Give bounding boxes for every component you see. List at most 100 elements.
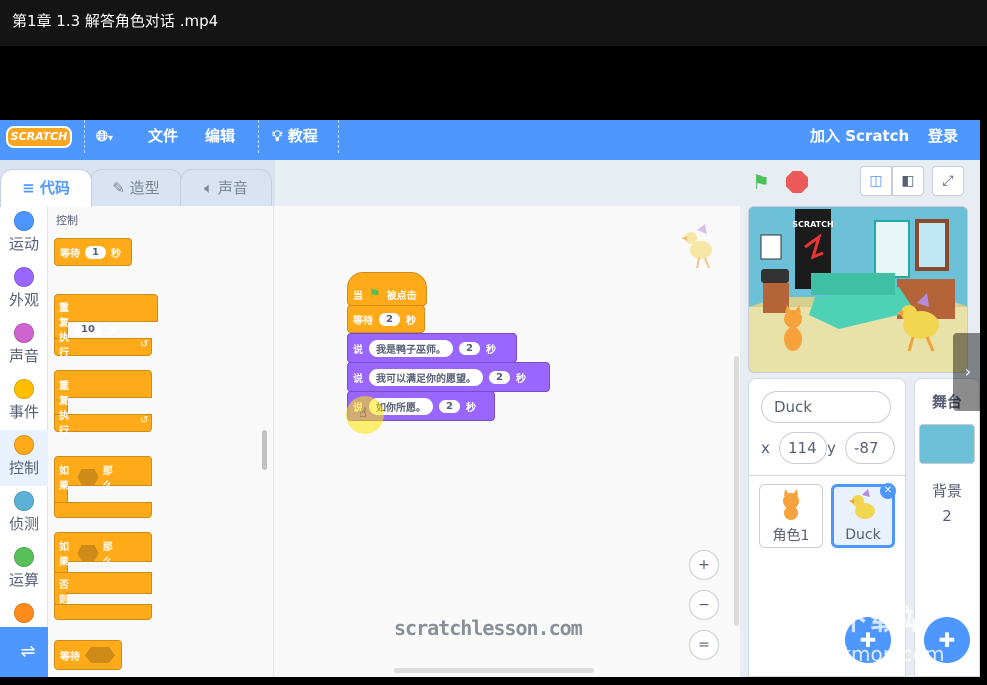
block-label: 如果 <box>59 466 69 492</box>
category-sensing[interactable]: 侦测 <box>0 486 48 542</box>
category-dot <box>14 211 34 231</box>
menu-separator <box>258 120 259 153</box>
backdrop-thumbnail[interactable] <box>919 424 975 464</box>
extension-icon: ⇌ <box>20 641 36 662</box>
zoom-out-icon: − <box>698 597 710 613</box>
cat-icon <box>783 489 799 520</box>
stop-icon[interactable] <box>786 171 808 193</box>
menu-separator <box>84 120 85 153</box>
category-operators[interactable]: 运算 <box>0 542 48 598</box>
category-control[interactable]: 控制 <box>0 430 48 486</box>
zoom-reset-button[interactable]: = <box>689 630 719 660</box>
sprite-name-field[interactable]: Duck <box>761 391 891 423</box>
script-say-block-2[interactable]: 说 我可以满足你的愿望。 2 秒 <box>347 362 550 392</box>
overlay-watermark-url: www.itmop.com <box>784 642 945 666</box>
green-flag-icon[interactable]: ⚑ <box>752 170 770 194</box>
menu-separator <box>338 120 339 153</box>
category-dot <box>14 379 34 399</box>
block-label: 那么 <box>102 466 113 492</box>
video-title: 第1章 1.3 解答角色对话 .mp4 <box>12 12 219 30</box>
block-label: 否则 <box>59 580 69 606</box>
x-position-field[interactable]: 114 <box>779 432 827 464</box>
say-seconds-input[interactable]: 2 <box>459 341 480 355</box>
script-wait-block[interactable]: 等待 2 秒 <box>347 305 425 333</box>
speaker-icon: 🔈︎ <box>204 179 214 197</box>
y-label: y <box>827 439 836 457</box>
block-label: 等待 <box>353 315 373 327</box>
category-label: 外观 <box>8 291 39 309</box>
delete-sprite-icon[interactable]: ✕ <box>880 483 896 499</box>
tab-costumes[interactable]: ✎ 造型 <box>90 169 182 207</box>
scratch-editor: SCRATCH 🌐︎▾ 文件 编辑 💡︎ 教程 加入 Scratch 登录 ≡ … <box>0 120 980 677</box>
category-dot <box>14 323 34 343</box>
login-link[interactable]: 登录 <box>928 120 958 153</box>
file-menu[interactable]: 文件 <box>148 120 178 153</box>
category-sound[interactable]: 声音 <box>0 318 48 374</box>
block-unit: 次 <box>106 325 117 337</box>
palette-scrollbar[interactable] <box>262 430 267 470</box>
say-text-input[interactable]: 我可以满足你的愿望。 <box>369 368 483 386</box>
language-button[interactable]: 🌐︎▾ <box>96 120 113 155</box>
loop-arrow-icon: ↺ <box>140 339 149 350</box>
small-stage-button[interactable]: ◫ <box>860 166 892 196</box>
category-motion[interactable]: 运动 <box>0 206 48 262</box>
block-label: 等待 <box>60 651 80 663</box>
category-label: 控制 <box>8 459 39 477</box>
edit-menu[interactable]: 编辑 <box>205 120 235 153</box>
category-dot <box>14 603 34 623</box>
block-label: 重复执行 <box>59 303 69 359</box>
code-workspace[interactable]: 当 ⚑ 被点击 等待 2 秒 说 我是鸭子巫师。 2 秒 说 我可以满足你的愿望… <box>274 206 740 677</box>
video-title-bar: 第1章 1.3 解答角色对话 .mp4 <box>0 0 987 46</box>
scratch-logo[interactable]: SCRATCH <box>6 126 72 148</box>
block-label: 如果 <box>59 542 69 568</box>
block-unit: 秒 <box>405 315 416 327</box>
condition-slot[interactable] <box>85 647 115 663</box>
chevron-down-icon: ▾ <box>108 133 114 144</box>
y-position-field[interactable]: -87 <box>845 432 895 464</box>
stage-canvas[interactable]: SCRATCH <box>748 206 968 373</box>
block-input[interactable]: 10 <box>74 322 102 336</box>
say-seconds-input[interactable]: 2 <box>489 370 510 384</box>
palette-section-title: 控制 <box>56 214 78 227</box>
next-chevron-button[interactable]: › <box>953 333 983 411</box>
block-palette: 控制 等待 1 秒 重复执行 10 次 ↺ 重复执行 ↺ 如果 那么 如果 那么… <box>48 206 274 677</box>
category-dot <box>14 267 34 287</box>
overlay-watermark-title: 绿软下载站 <box>780 603 931 636</box>
say-seconds-input[interactable]: 2 <box>439 399 460 413</box>
block-label: 说 <box>353 373 363 385</box>
category-looks[interactable]: 外观 <box>0 262 48 318</box>
workspace-hscrollbar[interactable] <box>394 668 594 673</box>
tab-sounds[interactable]: 🔈︎ 声音 <box>180 169 272 207</box>
block-label: 当 <box>353 290 363 302</box>
script-say-block-1[interactable]: 说 我是鸭子巫师。 2 秒 <box>347 333 517 363</box>
category-label: 事件 <box>8 403 39 421</box>
join-scratch-link[interactable]: 加入 Scratch <box>810 120 909 153</box>
category-label: 运动 <box>8 235 39 253</box>
sprite-thumb-cat[interactable]: 角色1 <box>759 484 823 548</box>
category-events[interactable]: 事件 <box>0 374 48 430</box>
large-stage-button[interactable]: ◧ <box>892 166 924 196</box>
condition-slot[interactable] <box>77 469 99 485</box>
hand-cursor-icon: ☝ <box>359 406 367 421</box>
block-input[interactable]: 2 <box>379 312 400 326</box>
block-input[interactable]: 1 <box>85 245 106 259</box>
zoom-in-icon: + <box>698 557 710 573</box>
block-label: 重复执行 <box>59 381 69 437</box>
tutorials-button[interactable]: 💡︎ 教程 <box>272 120 318 153</box>
block-wait[interactable]: 等待 1 秒 <box>54 238 132 266</box>
zoom-in-button[interactable]: + <box>689 550 719 580</box>
fullscreen-button[interactable]: ⤢ <box>932 166 964 196</box>
stage-backdrop-image: SCRATCH <box>749 207 967 372</box>
duck-icon <box>849 489 875 519</box>
block-unit: 秒 <box>465 402 476 414</box>
globe-icon: 🌐︎ <box>96 127 109 145</box>
block-wait-until[interactable]: 等待 <box>54 640 122 670</box>
condition-slot[interactable] <box>77 545 99 561</box>
tab-code[interactable]: ≡ 代码 <box>0 169 92 207</box>
sprite-thumb-duck[interactable]: Duck ✕ <box>831 483 896 548</box>
script-hat-green-flag[interactable]: 当 ⚑ 被点击 <box>347 272 427 306</box>
zoom-out-button[interactable]: − <box>689 590 719 620</box>
code-icon: ≡ <box>22 179 35 197</box>
say-text-input[interactable]: 我是鸭子巫师。 <box>369 339 453 357</box>
workspace-scrollbar[interactable] <box>734 356 739 626</box>
